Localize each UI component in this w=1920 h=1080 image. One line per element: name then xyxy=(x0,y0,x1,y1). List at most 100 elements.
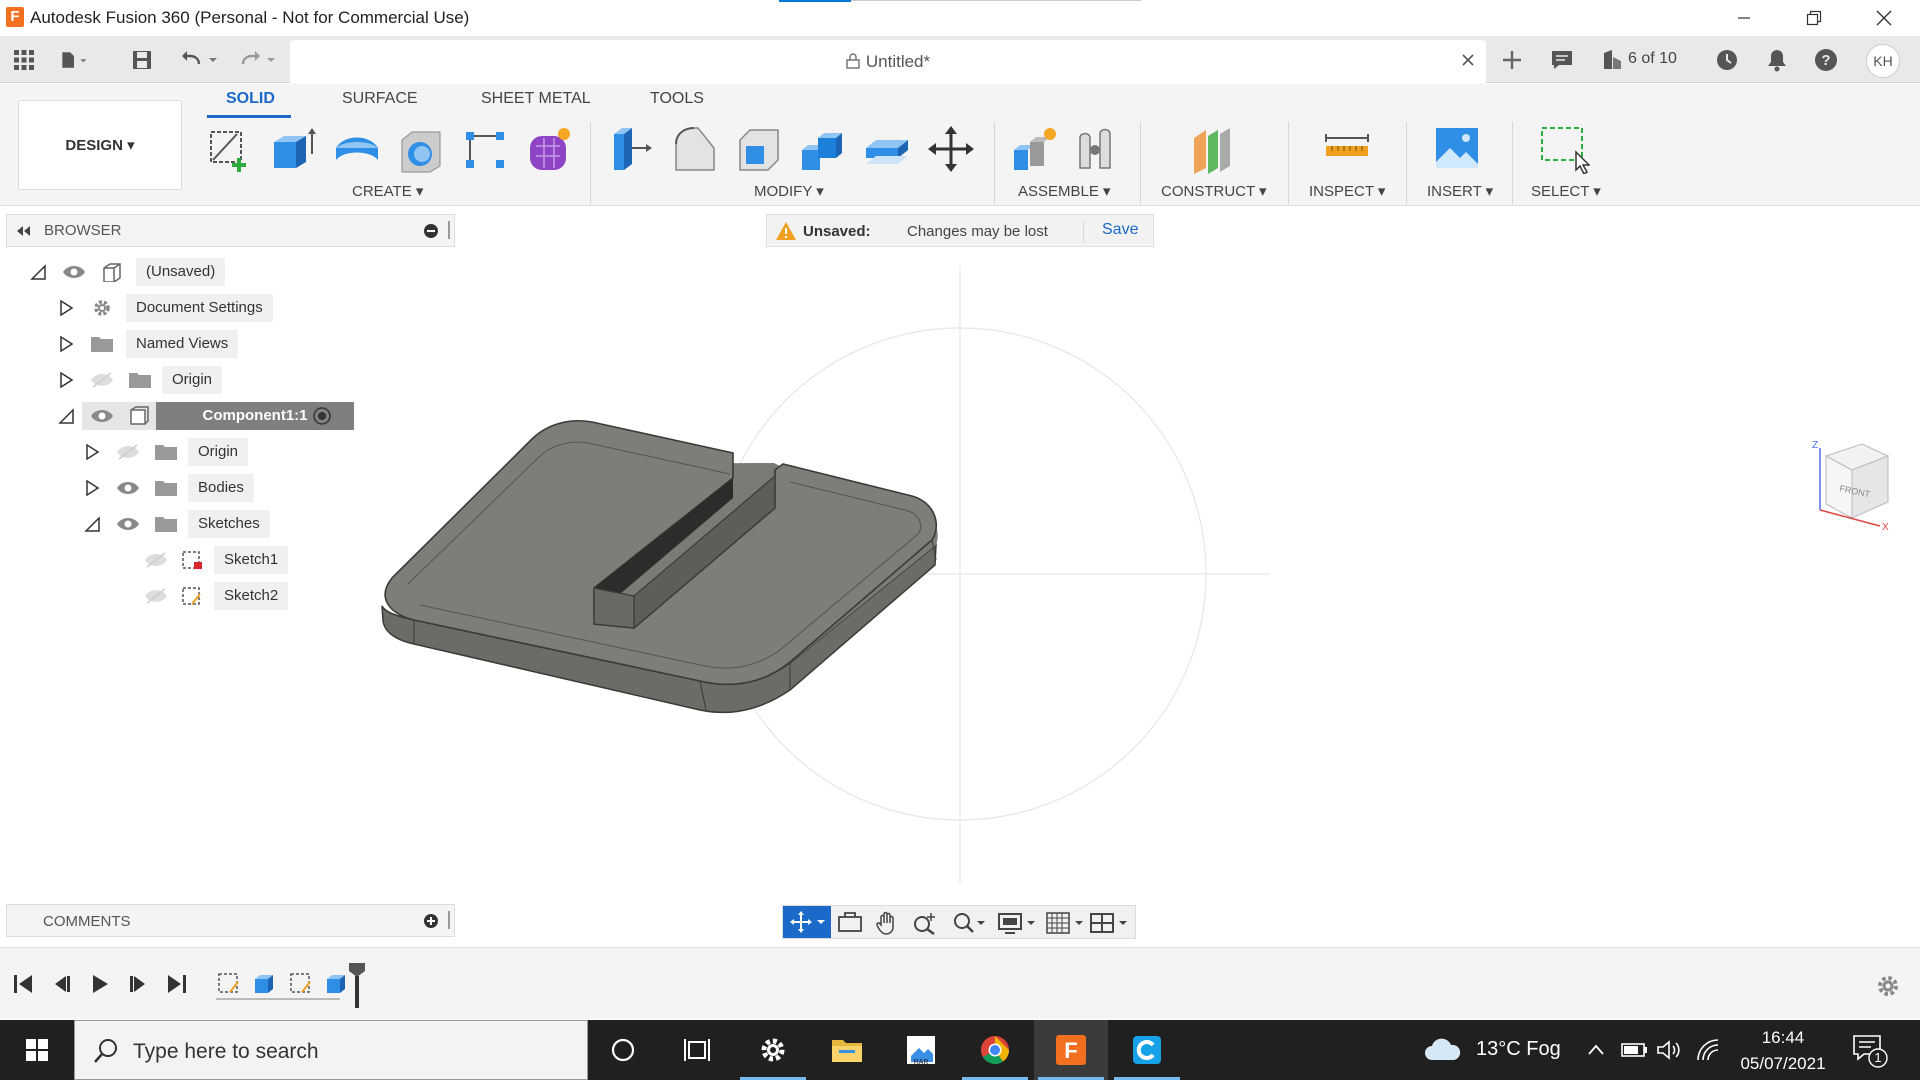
save-button[interactable]: Save xyxy=(1083,221,1138,243)
fit-button[interactable] xyxy=(951,911,985,935)
3d-viewport[interactable]: FRONT Z X xyxy=(0,208,1920,946)
window-select-button[interactable] xyxy=(1540,124,1590,174)
create-form-button[interactable] xyxy=(524,124,574,174)
battery-icon[interactable] xyxy=(1620,1038,1648,1062)
eye-hidden-icon[interactable] xyxy=(116,442,140,462)
job-status-button[interactable] xyxy=(1598,46,1626,74)
zoom-button[interactable] xyxy=(913,911,937,935)
display-settings-button[interactable] xyxy=(997,911,1035,935)
panel-resize-handle[interactable] xyxy=(448,221,450,239)
minimize-button[interactable] xyxy=(1714,0,1774,36)
taskbar-app-cclear[interactable] xyxy=(1110,1020,1184,1080)
redo-button[interactable] xyxy=(236,46,282,74)
taskbar-app-winrar[interactable]: RAR xyxy=(884,1020,958,1080)
timeline-feature-extrude1[interactable] xyxy=(252,970,278,996)
taskbar-app-file-explorer[interactable] xyxy=(810,1020,884,1080)
orbit-button[interactable] xyxy=(783,906,831,938)
expanded-triangle-icon[interactable] xyxy=(58,408,74,424)
timeline-marker[interactable] xyxy=(348,962,366,1008)
tab-tools[interactable]: TOOLS xyxy=(650,90,704,108)
close-window-button[interactable] xyxy=(1854,0,1914,36)
workspace-switcher[interactable]: DESIGN ▾ xyxy=(18,100,182,190)
extrude-button[interactable] xyxy=(268,124,318,174)
document-tab[interactable]: Untitled* xyxy=(290,40,1486,83)
joint-button[interactable] xyxy=(1074,124,1124,174)
tab-sheet-metal[interactable]: SHEET METAL xyxy=(481,90,591,108)
volume-icon[interactable] xyxy=(1656,1038,1684,1062)
timeline-last-button[interactable] xyxy=(164,973,188,995)
eye-icon[interactable] xyxy=(116,478,140,498)
tree-item-origin[interactable]: Origin xyxy=(58,366,238,394)
construct-menu[interactable]: CONSTRUCT ▾ xyxy=(1161,182,1267,200)
clock-time[interactable]: 16:44 xyxy=(1740,1028,1826,1048)
plate-body[interactable] xyxy=(381,419,938,714)
eye-icon[interactable] xyxy=(62,262,86,282)
timeline-feature-extrude2[interactable] xyxy=(324,970,350,996)
eye-hidden-icon[interactable] xyxy=(144,586,168,606)
shell-button[interactable] xyxy=(734,124,784,174)
offset-plane-button[interactable] xyxy=(1190,124,1240,174)
tree-item-named-views[interactable]: Named Views xyxy=(58,330,258,358)
collapsed-triangle-icon[interactable] xyxy=(58,336,74,352)
tree-item-component[interactable]: Component1:1 xyxy=(58,402,354,430)
taskbar-app-fusion360[interactable]: F xyxy=(1034,1020,1108,1080)
timeline-feature-sketch2[interactable] xyxy=(288,970,314,996)
create-sketch-button[interactable] xyxy=(205,124,255,174)
taskbar-search[interactable]: Type here to search xyxy=(74,1020,588,1080)
pan-button[interactable] xyxy=(875,911,899,935)
minus-circle-icon[interactable] xyxy=(424,224,438,238)
insert-canvas-button[interactable] xyxy=(1432,124,1482,174)
task-view-button[interactable] xyxy=(660,1020,734,1080)
tree-item-sketches[interactable]: Sketches xyxy=(84,510,284,538)
taskbar-app-settings[interactable] xyxy=(736,1020,810,1080)
help-button[interactable]: ? xyxy=(1812,46,1840,74)
start-button[interactable] xyxy=(0,1020,74,1080)
look-at-button[interactable] xyxy=(837,911,863,933)
timeline-next-button[interactable] xyxy=(126,973,150,995)
collapsed-triangle-icon[interactable] xyxy=(84,444,100,460)
hole-button[interactable] xyxy=(396,124,446,174)
tree-item-bodies[interactable]: Bodies xyxy=(84,474,264,502)
restore-button[interactable] xyxy=(1784,0,1844,36)
file-menu-button[interactable] xyxy=(60,46,88,74)
action-center-button[interactable]: 1 xyxy=(1852,1034,1888,1068)
tree-item-sketch1[interactable]: Sketch1 xyxy=(140,546,310,574)
revolve-button[interactable] xyxy=(332,124,382,174)
panel-resize-handle[interactable] xyxy=(448,911,450,929)
combine-button[interactable] xyxy=(798,124,848,174)
chevron-up-icon[interactable] xyxy=(1586,1040,1606,1060)
offset-face-button[interactable] xyxy=(862,124,912,174)
create-menu[interactable]: CREATE ▾ xyxy=(352,182,423,200)
timeline-settings-button[interactable] xyxy=(1876,974,1900,998)
viewports-button[interactable] xyxy=(1089,911,1127,935)
select-menu[interactable]: SELECT ▾ xyxy=(1531,182,1601,200)
move-copy-button[interactable] xyxy=(926,124,976,174)
user-avatar[interactable]: KH xyxy=(1866,44,1900,78)
eye-icon[interactable] xyxy=(116,514,140,534)
data-panel-button[interactable] xyxy=(10,46,38,74)
modify-menu[interactable]: MODIFY ▾ xyxy=(754,182,824,200)
cortana-button[interactable] xyxy=(586,1020,660,1080)
grid-settings-button[interactable] xyxy=(1045,911,1083,935)
add-comment-icon[interactable] xyxy=(424,914,438,928)
insert-menu[interactable]: INSERT ▾ xyxy=(1427,182,1493,200)
save-toolbar-button[interactable] xyxy=(128,46,156,74)
collapse-panel-icon[interactable] xyxy=(15,225,31,237)
press-pull-button[interactable] xyxy=(606,124,656,174)
collapsed-triangle-icon[interactable] xyxy=(58,372,74,388)
tree-item-document-settings[interactable]: Document Settings xyxy=(58,294,288,322)
taskbar-app-chrome[interactable] xyxy=(958,1020,1032,1080)
tree-item-root[interactable]: (Unsaved) xyxy=(30,258,250,286)
wifi-icon[interactable] xyxy=(1696,1038,1722,1062)
view-cube[interactable]: FRONT Z X xyxy=(1806,434,1896,530)
close-document-button[interactable] xyxy=(1460,52,1476,68)
timeline-play-button[interactable] xyxy=(88,973,112,995)
eye-hidden-icon[interactable] xyxy=(90,370,114,390)
comments-toggle-button[interactable] xyxy=(1548,46,1576,74)
timeline-first-button[interactable] xyxy=(12,973,36,995)
tree-item-sketch2[interactable]: Sketch2 xyxy=(140,582,310,610)
fillet-button[interactable] xyxy=(670,124,720,174)
collapsed-triangle-icon[interactable] xyxy=(84,480,100,496)
tab-solid[interactable]: SOLID xyxy=(226,90,275,108)
timeline-feature-sketch1[interactable] xyxy=(216,970,242,996)
